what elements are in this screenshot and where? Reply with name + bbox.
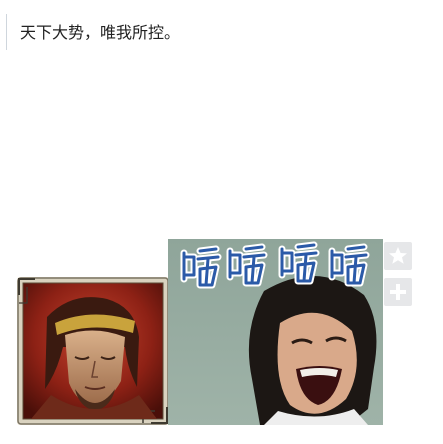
thread-divider — [6, 14, 7, 50]
add-button[interactable] — [384, 278, 412, 306]
post-text: 天下大势，唯我所控。 — [20, 23, 181, 42]
star-icon — [389, 247, 407, 264]
laughing-man-meme-icon[interactable] — [168, 239, 383, 425]
sticker-actions — [384, 242, 412, 306]
sticker-group — [17, 239, 387, 429]
plus-icon — [390, 284, 406, 300]
favorite-button[interactable] — [384, 242, 412, 270]
warrior-portrait-icon[interactable] — [17, 277, 169, 425]
